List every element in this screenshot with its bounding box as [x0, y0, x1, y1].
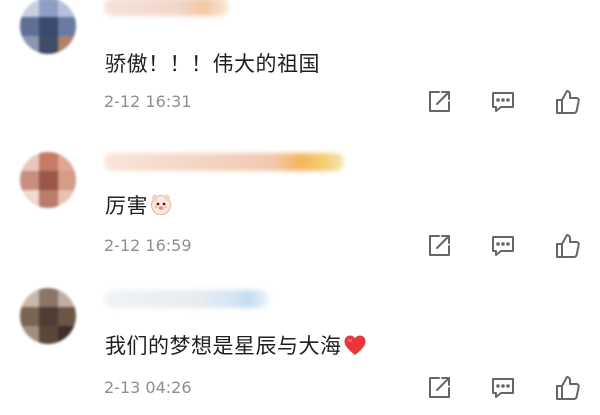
- avatar[interactable]: [20, 288, 76, 344]
- thumbs-up-icon[interactable]: [553, 374, 581, 402]
- thumbs-up-icon[interactable]: [553, 88, 581, 116]
- red-heart-emoji: [343, 334, 367, 361]
- share-icon[interactable]: [425, 88, 453, 116]
- comment-item: 骄傲！！！伟大的祖国 2-12 16:31: [0, 0, 600, 138]
- thumbs-up-icon[interactable]: [553, 232, 581, 260]
- avatar[interactable]: [20, 152, 76, 208]
- comment-time: 2-12 16:31: [104, 92, 192, 111]
- username-blurred[interactable]: [104, 290, 269, 308]
- share-icon[interactable]: [425, 232, 453, 260]
- username-blurred[interactable]: [104, 153, 344, 171]
- comment-time: 2-12 16:59: [104, 236, 192, 255]
- comment-icon[interactable]: [489, 88, 517, 116]
- comment-text: 厉害: [105, 190, 173, 221]
- comment-time: 2-13 04:26: [104, 378, 192, 397]
- avatar[interactable]: [20, 0, 76, 54]
- comment-icon[interactable]: [489, 232, 517, 260]
- comment-item: 我们的梦想是星辰与大海 2-13 04:26: [0, 278, 600, 415]
- cute-face-emoji: [149, 192, 173, 221]
- comment-icon[interactable]: [489, 374, 517, 402]
- share-icon[interactable]: [425, 374, 453, 402]
- comment-text: 骄傲！！！伟大的祖国: [105, 52, 320, 76]
- comment-text: 我们的梦想是星辰与大海: [105, 330, 367, 361]
- username-blurred[interactable]: [104, 0, 229, 16]
- comment-item: 厉害 2-12 16:59: [0, 138, 600, 278]
